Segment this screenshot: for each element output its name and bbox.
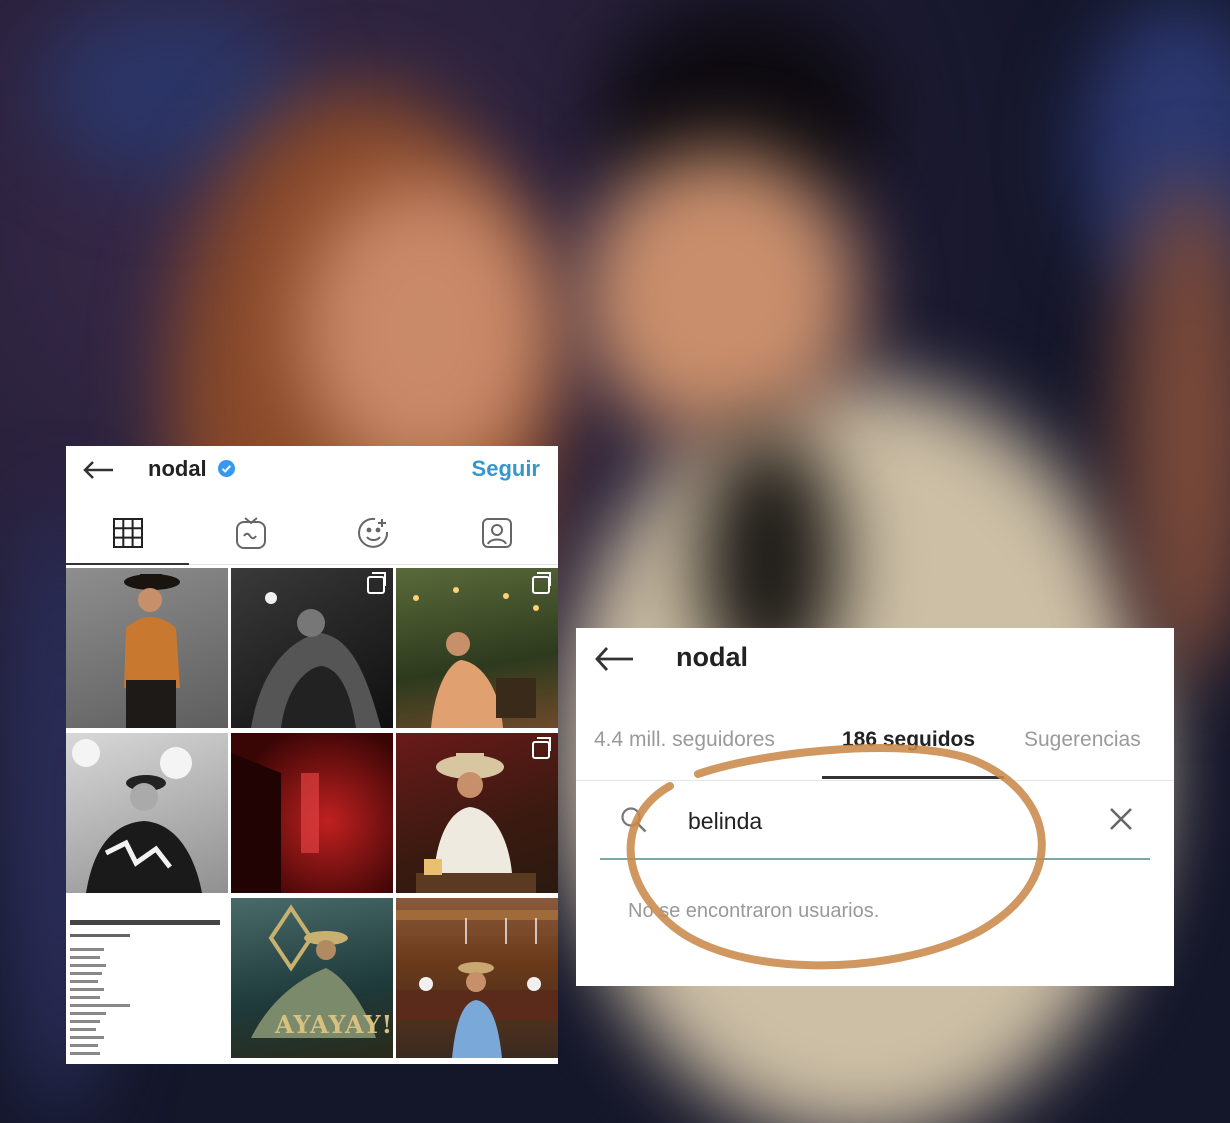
search-field[interactable]: belinda bbox=[600, 794, 1150, 860]
post-thumbnail[interactable] bbox=[66, 568, 228, 728]
face-sticker-icon[interactable] bbox=[312, 502, 435, 564]
profile-tabs bbox=[66, 502, 558, 565]
follow-button[interactable]: Seguir bbox=[472, 456, 540, 482]
profile-username: nodal bbox=[148, 456, 207, 481]
active-tab-indicator bbox=[822, 776, 1004, 779]
post-thumbnail[interactable] bbox=[66, 898, 228, 1058]
post-thumbnail[interactable] bbox=[396, 733, 558, 893]
tab-following[interactable]: 186 seguidos bbox=[842, 728, 975, 752]
post-thumbnail[interactable] bbox=[231, 733, 393, 893]
no-results-message: No se encontraron usuarios. bbox=[628, 900, 880, 922]
post-thumbnail[interactable] bbox=[66, 733, 228, 893]
multi-post-icon bbox=[367, 572, 386, 594]
follow-tabs: 4.4 mill. seguidores 186 seguidos Sugere… bbox=[576, 720, 1174, 781]
profile-screenshot: nodal Seguir AYAYAY! bbox=[66, 446, 558, 1064]
search-icon bbox=[620, 806, 648, 834]
following-username: nodal bbox=[676, 642, 748, 672]
post-thumbnail[interactable] bbox=[231, 568, 393, 728]
post-overlay-text: AYAYAY! bbox=[275, 1010, 393, 1039]
post-thumbnail[interactable]: AYAYAY! bbox=[231, 898, 393, 1058]
search-input[interactable]: belinda bbox=[688, 808, 762, 835]
following-header: nodal bbox=[576, 628, 1174, 698]
post-thumbnail[interactable] bbox=[396, 898, 558, 1058]
close-icon[interactable] bbox=[1106, 804, 1136, 834]
igtv-icon[interactable] bbox=[189, 502, 312, 564]
tagged-icon[interactable] bbox=[435, 502, 558, 564]
post-thumbnail[interactable] bbox=[396, 568, 558, 728]
tab-followers[interactable]: 4.4 mill. seguidores bbox=[594, 728, 775, 752]
following-screenshot: nodal 4.4 mill. seguidores 186 seguidos … bbox=[576, 628, 1174, 986]
grid-icon[interactable] bbox=[66, 502, 189, 565]
back-arrow-icon[interactable] bbox=[82, 460, 114, 480]
tab-suggestions[interactable]: Sugerencias bbox=[1024, 728, 1141, 752]
multi-post-icon bbox=[532, 572, 551, 594]
profile-header: nodal Seguir bbox=[66, 446, 558, 496]
verified-badge-icon bbox=[218, 460, 235, 477]
multi-post-icon bbox=[532, 737, 551, 759]
post-grid: AYAYAY! bbox=[66, 568, 558, 1064]
back-arrow-icon[interactable] bbox=[594, 646, 633, 671]
